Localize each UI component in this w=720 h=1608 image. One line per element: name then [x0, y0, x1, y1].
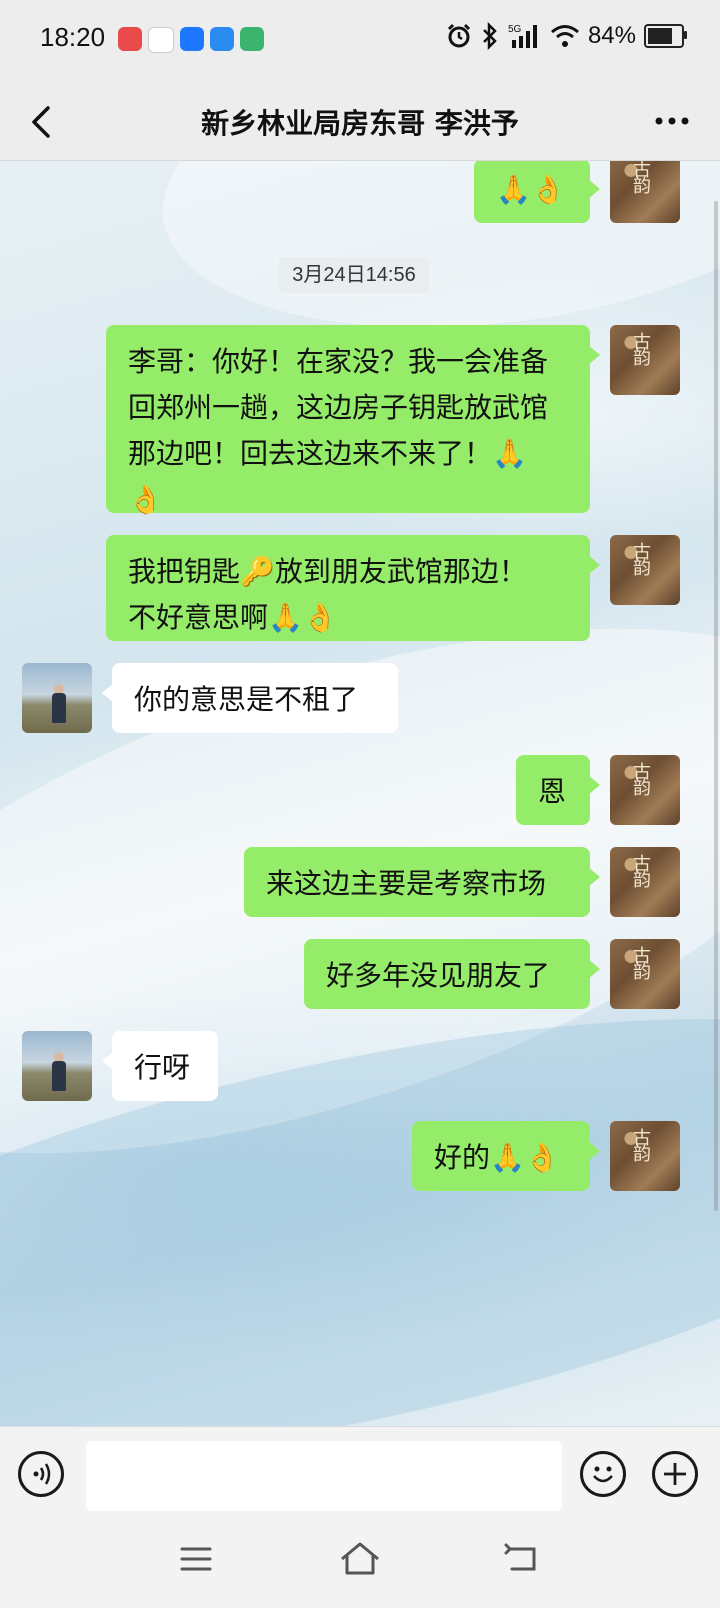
- message-line: 李哥：你好！在家没？我一会准备: [128, 345, 549, 378]
- chat-header: 新乡林业局房东哥 李洪予: [0, 84, 720, 161]
- compass-app-icon: [210, 27, 234, 51]
- home-app-icon: [240, 27, 264, 51]
- notification-icons: [118, 27, 264, 53]
- message-bubble-outgoing[interactable]: 李哥：你好！在家没？我一会准备 回郑州一趟，这边房子钥匙放武馆 那边吧！回去这边…: [106, 325, 600, 516]
- back-icon[interactable]: [502, 1541, 540, 1575]
- my-avatar[interactable]: 古 韵: [610, 847, 680, 917]
- message-bubble-outgoing[interactable]: 好多年没见朋友了: [304, 939, 600, 1009]
- my-avatar[interactable]: 古 韵: [610, 161, 680, 223]
- status-bar: 18:20 5G 84%: [0, 0, 720, 84]
- navigation-app-icon: [180, 27, 204, 51]
- message-bubble-incoming[interactable]: 行呀: [102, 1031, 218, 1101]
- my-avatar[interactable]: 古 韵: [610, 1121, 680, 1191]
- message-line: 我把钥匙🔑放到朋友武馆那边！: [128, 555, 527, 588]
- message-line: 不好意思啊🙏👌: [128, 601, 338, 634]
- home-icon[interactable]: [338, 1539, 382, 1577]
- svg-text:5G: 5G: [508, 24, 522, 35]
- more-dots-icon[interactable]: [652, 106, 692, 136]
- my-avatar[interactable]: 古 韵: [610, 755, 680, 825]
- battery-icon: [644, 24, 687, 48]
- wifi-icon: [550, 25, 579, 47]
- system-nav-bar: [0, 1521, 720, 1608]
- my-avatar[interactable]: 古 韵: [610, 325, 680, 395]
- chat-scrollbar[interactable]: [714, 201, 718, 1211]
- message-bubble-outgoing[interactable]: 我把钥匙🔑放到朋友武馆那边！ 不好意思啊🙏👌: [106, 535, 600, 641]
- message-bubble-outgoing[interactable]: 恩: [516, 755, 600, 825]
- message-timestamp: 3月24日14:56: [279, 257, 429, 293]
- contact-avatar[interactable]: [22, 1031, 92, 1101]
- chat-area[interactable]: 🙏👌 古 韵 3月24日14:56 李哥：你好！在家没？我一会准备 回郑州一趟，…: [0, 161, 720, 1426]
- status-right: 5G 84%: [446, 22, 687, 50]
- message-line: 那边吧！回去这边来不来了！🙏: [128, 437, 527, 470]
- plus-icon[interactable]: [652, 1451, 698, 1497]
- battery-percent: 84%: [587, 22, 636, 49]
- message-bubble-outgoing[interactable]: 来这边主要是考察市场: [244, 847, 600, 917]
- menu-icon[interactable]: [178, 1543, 214, 1575]
- signal-5g-icon: 5G: [508, 24, 537, 48]
- my-avatar[interactable]: 古 韵: [610, 939, 680, 1009]
- douyin-app-icon: [118, 27, 142, 51]
- input-bar: [0, 1426, 720, 1522]
- message-input[interactable]: [86, 1441, 562, 1511]
- my-avatar[interactable]: 古 韵: [610, 535, 680, 605]
- alarm-icon: [447, 23, 471, 48]
- contact-avatar[interactable]: [22, 663, 92, 733]
- message-bubble-incoming[interactable]: 你的意思是不租了: [102, 663, 398, 733]
- message-line: 回郑州一趟，这边房子钥匙放武馆: [128, 391, 549, 424]
- chat-title: 新乡林业局房东哥 李洪予: [201, 107, 519, 140]
- status-time: 18:20: [40, 22, 106, 52]
- notification-app-icon: [148, 27, 174, 53]
- bluetooth-icon: [483, 22, 497, 50]
- message-bubble-outgoing[interactable]: 🙏👌: [474, 161, 600, 223]
- message-line: 👌: [128, 483, 163, 516]
- voice-icon[interactable]: [18, 1451, 64, 1497]
- emoji-icon[interactable]: [580, 1451, 626, 1497]
- message-bubble-outgoing[interactable]: 好的🙏👌: [412, 1121, 600, 1191]
